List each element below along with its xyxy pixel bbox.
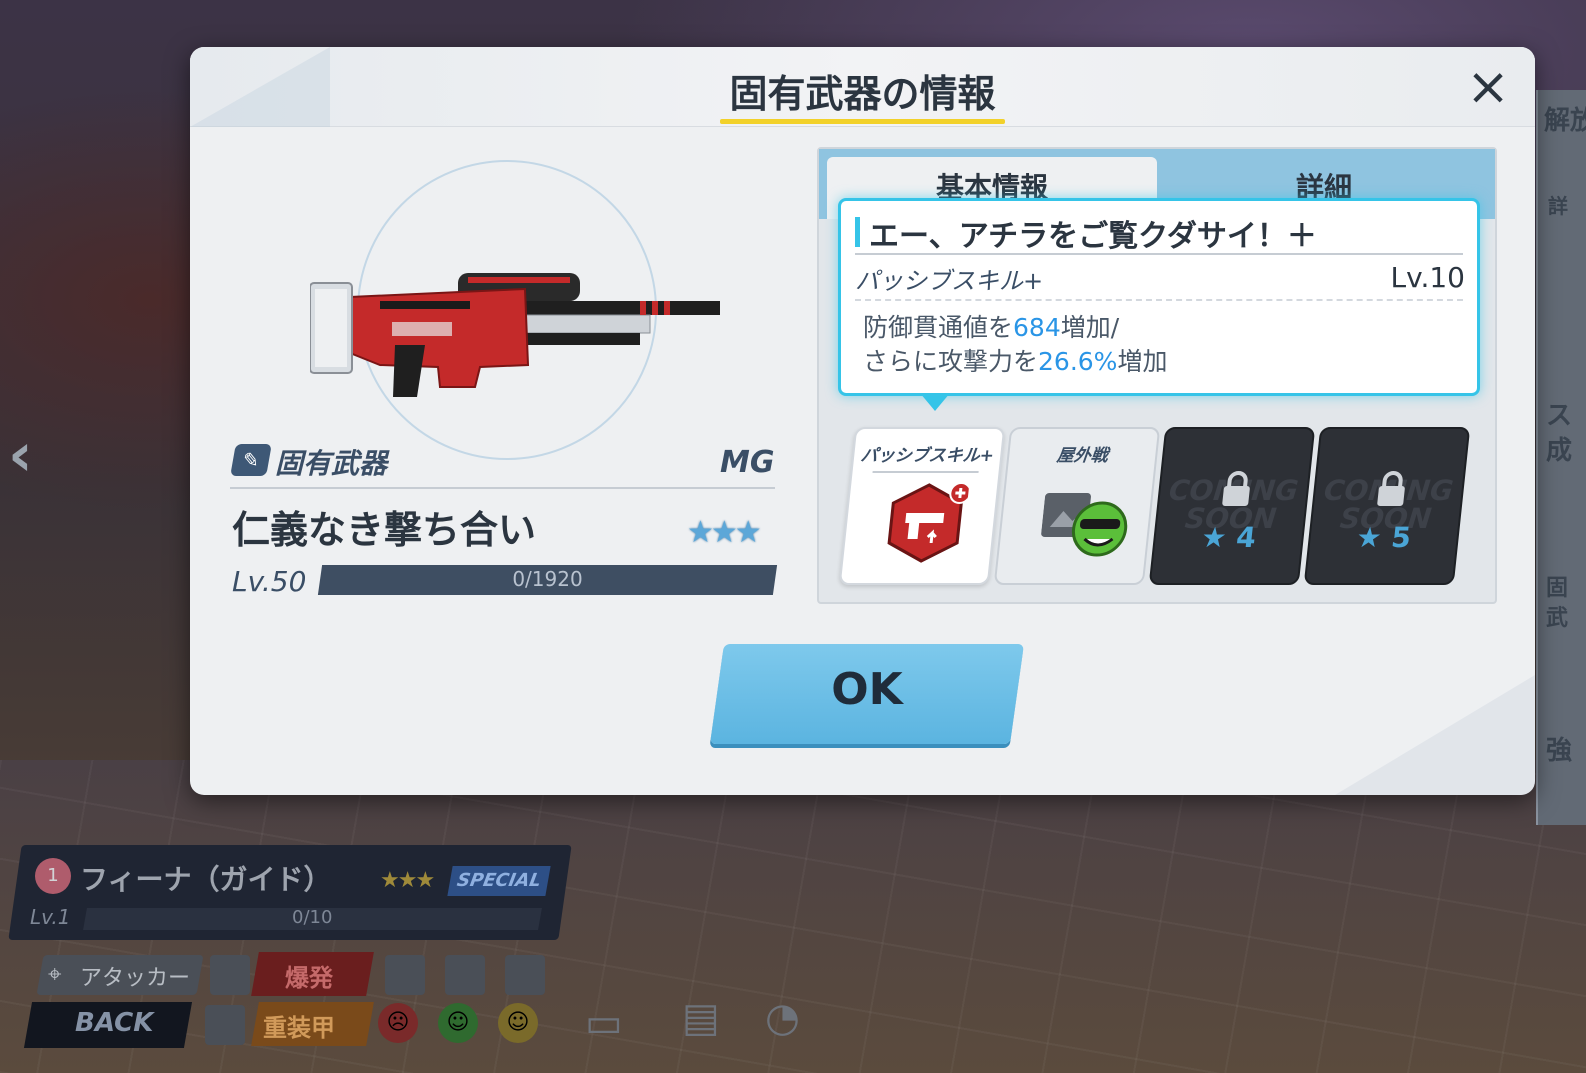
indoor-terrain-icon — [505, 955, 545, 995]
angry-face-icon: ☹ — [378, 1003, 418, 1043]
skill-card-locked-4: COMING SOON ★ 4 — [1148, 427, 1316, 585]
weapon-stars: ★★★ — [687, 515, 762, 550]
character-name: フィーナ（ガイド） — [80, 863, 332, 896]
side-panel-text: 詳 — [1548, 194, 1568, 218]
lock-icon — [1222, 471, 1250, 506]
back-button-label[interactable]: BACK — [75, 1008, 153, 1038]
weapon-slot-icon — [210, 955, 250, 995]
tooltip-arrow — [920, 393, 950, 411]
skill-description: 防御貫通値を684増加/ さらに攻撃力を26.6%増加 — [863, 313, 1168, 376]
affection-heart-icon: 1 — [35, 858, 71, 894]
highlight-value: 26.6% — [1038, 347, 1118, 376]
skill-card-passive[interactable]: パッシブスキル+ — [838, 427, 1006, 585]
skill-type: パッシブスキル+ — [855, 267, 1044, 295]
side-panel-text: ス — [1546, 401, 1573, 431]
skill-tooltip: エー、アチラをご覧クダサイ！＋ パッシブスキル+ Lv.10 防御貫通値を684… — [838, 198, 1480, 396]
close-icon[interactable]: × — [1460, 61, 1516, 117]
special-badge: SPECIAL — [447, 866, 551, 896]
character-exp-text: 0/10 — [292, 907, 333, 928]
urban-terrain-icon — [385, 955, 425, 995]
weapon-info-modal: 固有武器の情報 × ✎ 固有武器 MG 仁義なき撃ち合い ★★★ Lv.50 0… — [190, 47, 1535, 795]
highlight-value: 684 — [1013, 313, 1061, 342]
tooltip-divider — [855, 253, 1463, 255]
weapon-name: 仁義なき撃ち合い — [232, 508, 537, 552]
side-panel-text: 成 — [1546, 436, 1573, 466]
armor-type-label: 重装甲 — [263, 1014, 335, 1042]
footer-decoration — [1335, 675, 1535, 795]
prev-arrow-icon[interactable]: ‹ — [8, 425, 48, 485]
skill-card-title: 屋外戦 — [1055, 446, 1109, 466]
weapon-divider — [230, 487, 775, 489]
weapon-exp-text: 0/1920 — [512, 567, 583, 591]
weapon-type: MG — [720, 445, 775, 480]
outdoor-terrain-icon — [445, 955, 485, 995]
title-underline — [720, 119, 1005, 124]
skill-card-locked-5: COMING SOON ★ 5 — [1303, 427, 1471, 585]
skill-level: Lv.10 — [1390, 261, 1465, 294]
skill-card-title: パッシブスキル+ — [859, 446, 995, 466]
weapon-level: Lv.50 — [232, 565, 307, 598]
side-panel-text: 武 — [1546, 606, 1569, 631]
profile-sheet-icon[interactable]: ▤ — [682, 995, 720, 1041]
lock-icon — [1377, 471, 1405, 506]
skill-title: エー、アチラをご覧クダサイ！＋ — [869, 219, 1317, 254]
skill-card-outdoor[interactable]: 屋外戦 — [993, 427, 1161, 585]
weapon-image — [310, 273, 720, 397]
ok-button-label[interactable]: OK — [717, 664, 1017, 715]
character-stars: ★★★ — [380, 868, 435, 893]
star-icon: ★ — [1199, 521, 1229, 554]
side-panel-text: 解放 — [1544, 106, 1586, 136]
weapon-category-label: 固有武器 — [275, 447, 388, 480]
modal-title: 固有武器の情報 — [729, 72, 996, 116]
unlock-star-requirement: ★ 5 — [1354, 521, 1413, 554]
skill-card-divider — [872, 471, 979, 473]
tooltip-dashed-divider — [855, 299, 1463, 301]
unlock-star-requirement: ★ 4 — [1199, 521, 1258, 554]
side-panel-text: 強 — [1546, 736, 1573, 766]
side-panel-text: 固 — [1546, 576, 1569, 601]
side-panel: 解放 詳 ス 成 固 武 強 — [1536, 90, 1586, 825]
neutral-face-icon: ☺ — [498, 1003, 538, 1043]
unique-weapon-icon: ✎ — [230, 444, 272, 476]
rotate-device-icon[interactable]: ▭ — [585, 1000, 623, 1046]
tooltip-accent-bar — [855, 217, 860, 247]
pistol-skill-icon — [887, 482, 970, 563]
attack-type-label: 爆発 — [285, 964, 333, 992]
shield-icon — [205, 1005, 245, 1045]
character-level: Lv.1 — [30, 905, 71, 929]
voice-icon[interactable]: ◔ — [765, 995, 800, 1041]
crosshair-icon: ⌖ — [48, 960, 62, 988]
star-icon: ★ — [1354, 521, 1384, 554]
role-label: アタッカー — [80, 966, 191, 991]
outdoor-terrain-icon — [1041, 493, 1128, 557]
happy-face-icon: ☺ — [438, 1003, 478, 1043]
